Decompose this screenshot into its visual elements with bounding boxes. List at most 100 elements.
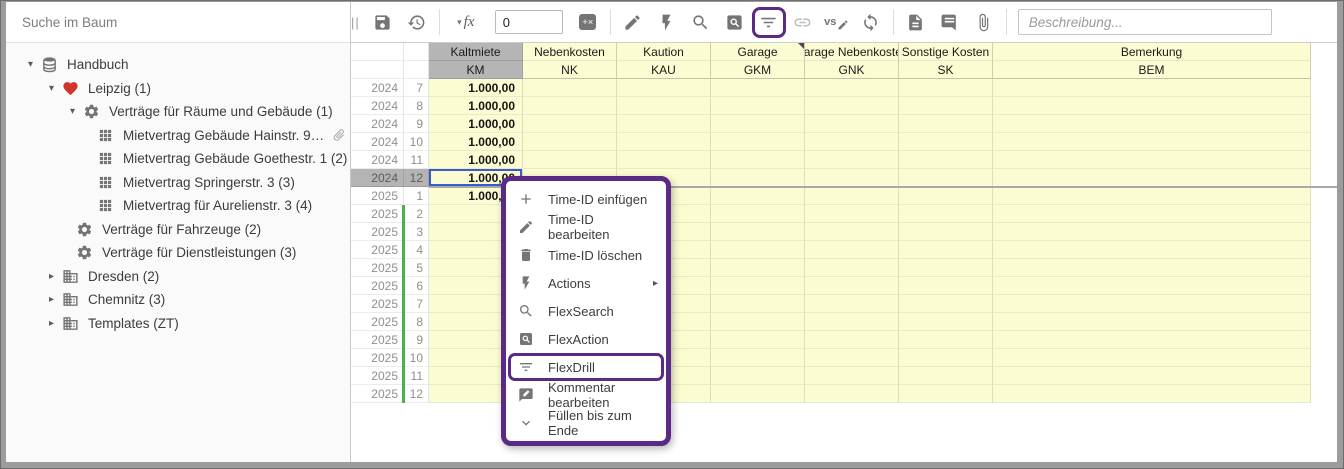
row-header-month[interactable]: 9: [404, 331, 429, 349]
grid-cell[interactable]: [993, 115, 1311, 133]
grid-cell[interactable]: [993, 313, 1311, 331]
grid-cell[interactable]: [993, 385, 1311, 403]
grid-cell[interactable]: [711, 97, 805, 115]
menu-item-kommentar-bearbeiten[interactable]: Kommentar bearbeiten: [506, 381, 666, 409]
grid-cell[interactable]: [711, 187, 805, 205]
column-code-kau[interactable]: KAU: [617, 61, 711, 79]
row-header-month[interactable]: 11: [404, 151, 429, 169]
row-header-month[interactable]: 7: [404, 295, 429, 313]
grid-cell[interactable]: 1.000,00: [429, 115, 523, 133]
link-icon[interactable]: [786, 6, 820, 38]
grid-cell[interactable]: [899, 151, 993, 169]
grid-cell[interactable]: [805, 313, 899, 331]
grid-cell[interactable]: [993, 367, 1311, 385]
row-header-year[interactable]: 2025: [351, 295, 404, 313]
grid-cell[interactable]: [993, 133, 1311, 151]
caret-down-icon[interactable]: ▾: [41, 83, 62, 94]
description-input[interactable]: [1018, 9, 1272, 35]
grid-cell[interactable]: [805, 115, 899, 133]
grid-cell[interactable]: [899, 115, 993, 133]
grid-cell[interactable]: [899, 187, 993, 205]
grid-cell[interactable]: [711, 205, 805, 223]
grid-cell[interactable]: [805, 367, 899, 385]
row-header-month[interactable]: 5: [404, 259, 429, 277]
grid-cell[interactable]: [899, 277, 993, 295]
formula-fx-icon[interactable]: ▾fx: [449, 6, 483, 38]
grid-cell[interactable]: [523, 97, 617, 115]
grid-cell[interactable]: [899, 169, 993, 187]
grid-cell[interactable]: [993, 277, 1311, 295]
grid-cell[interactable]: [617, 151, 711, 169]
grid-cell[interactable]: [899, 259, 993, 277]
flash-icon[interactable]: [650, 6, 684, 38]
row-header-year[interactable]: 2025: [351, 241, 404, 259]
search-box-icon[interactable]: [718, 6, 752, 38]
row-header-year[interactable]: 2024: [351, 97, 404, 115]
grid-cell[interactable]: [993, 259, 1311, 277]
grid-cell[interactable]: [993, 169, 1311, 187]
grid-cell[interactable]: [523, 115, 617, 133]
grid-cell[interactable]: 1.000,00: [429, 133, 523, 151]
grid-cell[interactable]: [805, 349, 899, 367]
grid-cell[interactable]: [805, 295, 899, 313]
grid-cell[interactable]: [899, 205, 993, 223]
tree-item[interactable]: ▾Verträge für Räume und Gebäude (1): [6, 100, 350, 124]
grid-cell[interactable]: [899, 295, 993, 313]
value-input[interactable]: [495, 10, 563, 34]
document-icon[interactable]: [899, 6, 933, 38]
refresh-icon[interactable]: [854, 6, 888, 38]
column-header-gkm[interactable]: Garage: [711, 43, 805, 61]
grid-cell[interactable]: [805, 259, 899, 277]
column-code-gkm[interactable]: GKM: [711, 61, 805, 79]
menu-item-time-id-einf-gen[interactable]: Time-ID einfügen: [506, 185, 666, 213]
edit-icon[interactable]: [616, 6, 650, 38]
tree-item[interactable]: ▸Chemnitz (3): [6, 288, 350, 312]
row-header-month[interactable]: 12: [404, 385, 429, 403]
grid-cell[interactable]: [993, 349, 1311, 367]
grid-cell[interactable]: [805, 331, 899, 349]
row-header-year[interactable]: 2024: [351, 151, 404, 169]
row-header-year[interactable]: 2025: [351, 205, 404, 223]
grid-cell[interactable]: [711, 259, 805, 277]
tree-item[interactable]: Mietvertrag Gebäude Hainstr. 9 (1): [6, 124, 350, 148]
tree-search-input[interactable]: [20, 14, 336, 31]
row-header-month[interactable]: 10: [404, 133, 429, 151]
tree-item[interactable]: Mietvertrag Springerstr. 3 (3): [6, 171, 350, 195]
grid-cell[interactable]: [711, 313, 805, 331]
grid-cell[interactable]: [899, 241, 993, 259]
grid-cell[interactable]: [711, 367, 805, 385]
row-header-month[interactable]: 7: [404, 79, 429, 97]
tree-item[interactable]: ▾Handbuch: [6, 53, 350, 77]
tree-item[interactable]: Mietvertrag für Aurelienstr. 3 (4): [6, 194, 350, 218]
grid-cell[interactable]: [617, 79, 711, 97]
column-header-sk[interactable]: Sonstige Kosten: [899, 43, 993, 61]
grid-cell[interactable]: [899, 313, 993, 331]
grid-cell[interactable]: [899, 331, 993, 349]
grid-cell[interactable]: 1.000,00: [429, 151, 523, 169]
grid-cell[interactable]: [711, 331, 805, 349]
tree-item[interactable]: ▸Dresden (2): [6, 265, 350, 289]
calculator-icon[interactable]: +×: [571, 6, 605, 38]
grid-cell[interactable]: [711, 349, 805, 367]
grid-cell[interactable]: [805, 205, 899, 223]
row-header-month[interactable]: 3: [404, 223, 429, 241]
row-header-month[interactable]: 10: [404, 349, 429, 367]
grid-cell[interactable]: [711, 79, 805, 97]
filter-icon[interactable]: [752, 7, 786, 38]
caret-right-icon[interactable]: ▸: [41, 318, 62, 329]
grid-cell[interactable]: [711, 223, 805, 241]
grid-cell[interactable]: [993, 241, 1311, 259]
row-header-year[interactable]: 2024: [351, 79, 404, 97]
comment-icon[interactable]: [933, 6, 967, 38]
grid-cell[interactable]: [899, 349, 993, 367]
attachment-icon[interactable]: [967, 6, 1001, 38]
row-header-month[interactable]: 1: [404, 187, 429, 205]
grid-cell[interactable]: [993, 205, 1311, 223]
column-header-kau[interactable]: Kaution: [617, 43, 711, 61]
grid-cell[interactable]: [711, 241, 805, 259]
grid-cell[interactable]: [899, 79, 993, 97]
column-header-nk[interactable]: Nebenkosten: [523, 43, 617, 61]
column-code-km[interactable]: KM: [429, 61, 523, 79]
grid-cell[interactable]: [993, 79, 1311, 97]
row-header-year[interactable]: 2024: [351, 169, 404, 187]
